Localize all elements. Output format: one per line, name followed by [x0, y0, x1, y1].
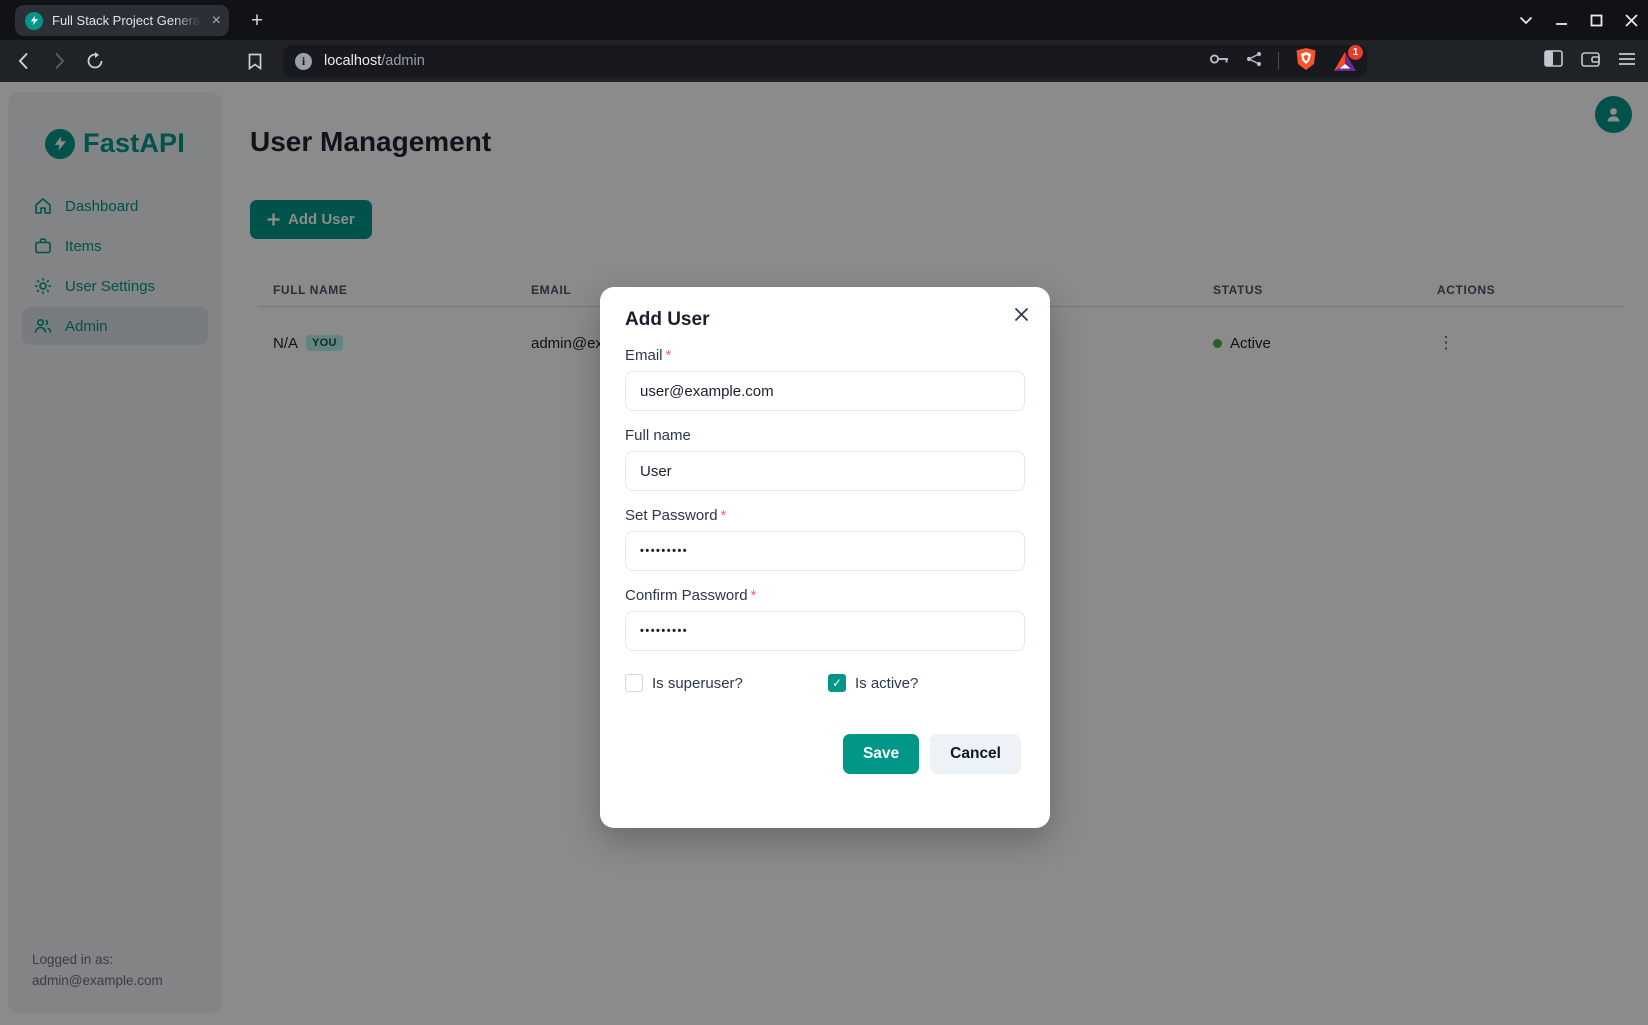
url-text: localhost/admin — [324, 53, 425, 69]
confirm-password-field-group: Confirm Password* — [625, 587, 1025, 651]
rewards-notification-badge: 1 — [1348, 45, 1363, 60]
back-button[interactable] — [8, 46, 38, 76]
reload-button[interactable] — [80, 46, 110, 76]
brave-rewards-icon[interactable]: 1 — [1333, 49, 1357, 73]
tab-title-fade — [173, 5, 201, 36]
site-info-icon[interactable]: i — [295, 53, 312, 70]
toolbar-divider — [1278, 52, 1279, 70]
full-name-field[interactable] — [625, 451, 1025, 491]
window-minimize-button[interactable] — [1555, 14, 1568, 27]
is-superuser-label: Is superuser? — [652, 675, 743, 692]
browser-toolbar: i localhost/admin — [0, 40, 1648, 82]
sidebar-toggle-icon[interactable] — [1544, 50, 1563, 72]
full-name-label: Full name — [625, 427, 1025, 444]
window-close-button[interactable] — [1625, 14, 1638, 27]
modal-close-button[interactable] — [1006, 299, 1036, 329]
modal-footer: Save Cancel — [625, 734, 1025, 774]
is-active-checkbox[interactable]: ✓ Is active? — [828, 674, 918, 692]
tab-search-chevron-icon[interactable] — [1519, 16, 1533, 25]
required-asterisk: * — [751, 587, 757, 604]
new-tab-button[interactable]: + — [242, 5, 272, 36]
is-superuser-checkbox[interactable]: ✓ Is superuser? — [625, 674, 828, 692]
email-label: Email* — [625, 347, 1025, 364]
browser-tab[interactable]: Full Stack Project Genera × — [15, 5, 229, 36]
brave-shield-icon[interactable] — [1295, 47, 1317, 76]
required-asterisk: * — [666, 347, 672, 364]
save-button[interactable]: Save — [843, 734, 919, 774]
required-asterisk: * — [721, 507, 727, 524]
bookmark-icon[interactable] — [240, 46, 270, 76]
menu-hamburger-icon[interactable] — [1618, 52, 1636, 71]
url-host: localhost — [324, 53, 381, 69]
confirm-password-field[interactable] — [625, 611, 1025, 651]
checkbox-icon[interactable]: ✓ — [828, 674, 846, 692]
forward-button[interactable] — [44, 46, 74, 76]
confirm-password-label: Confirm Password* — [625, 587, 1025, 604]
browser-titlebar: Full Stack Project Genera × + — [0, 0, 1648, 40]
set-password-field-group: Set Password* — [625, 507, 1025, 571]
wallet-icon[interactable] — [1581, 51, 1600, 72]
checkbox-icon[interactable]: ✓ — [625, 674, 643, 692]
window-maximize-button[interactable] — [1590, 14, 1603, 27]
cancel-button[interactable]: Cancel — [930, 734, 1021, 774]
add-user-modal: Add User Email* Full name Set Password* … — [600, 287, 1050, 828]
email-field-group: Email* — [625, 347, 1025, 411]
fastapi-favicon-icon — [25, 12, 43, 30]
page-content: FastAPI Dashboard Items — [0, 82, 1648, 1025]
password-key-icon[interactable] — [1209, 52, 1230, 70]
full-name-field-group: Full name — [625, 427, 1025, 491]
set-password-field[interactable] — [625, 531, 1025, 571]
close-icon — [1014, 307, 1029, 322]
url-path: /admin — [381, 53, 425, 69]
email-field[interactable] — [625, 371, 1025, 411]
checkbox-row: ✓ Is superuser? ✓ Is active? — [625, 674, 1025, 692]
set-password-label: Set Password* — [625, 507, 1025, 524]
url-bar[interactable]: i localhost/admin — [283, 45, 1367, 77]
is-active-label: Is active? — [855, 675, 918, 692]
modal-title: Add User — [625, 309, 1025, 331]
tab-close-icon[interactable]: × — [212, 13, 221, 29]
share-icon[interactable] — [1246, 51, 1262, 72]
